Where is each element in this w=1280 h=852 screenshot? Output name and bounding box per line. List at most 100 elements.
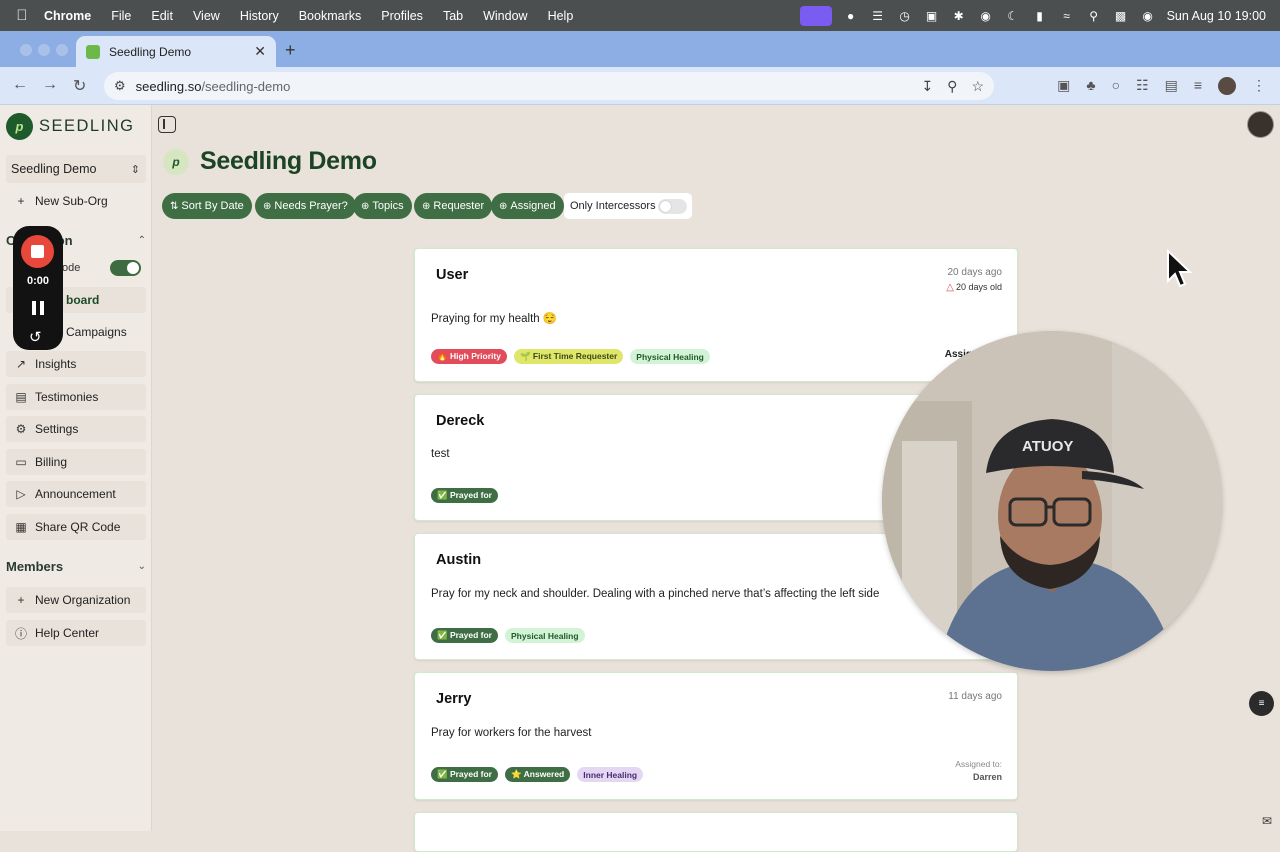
extension-icon-1[interactable]: ▣ [1057,77,1070,95]
restart-recording-icon[interactable]: ↺ [29,328,42,346]
sidebar-item-insights[interactable]: ↗ Insights [6,351,146,377]
svg-text:ATUOY: ATUOY [1022,438,1073,455]
topics-filter[interactable]: ⊕ Topics [353,193,412,219]
chevron-up-icon: ⌃ [137,235,146,246]
zoom-icon[interactable]: ⚲ [947,78,957,95]
forward-arrow-icon[interactable]: → [42,76,58,94]
stop-recording-button[interactable] [21,235,54,268]
status-app-icon-3[interactable]: ▣ [924,8,940,24]
address-bar[interactable]: ⚙ seedling.so/seedling-demo ↧ ⚲ ☆ [104,72,994,100]
sidebar-item-share-qr[interactable]: ▦ Share QR Code [6,514,146,540]
user-avatar[interactable] [1247,111,1274,138]
new-sub-org-label: New Sub-Org [35,194,108,208]
filter-label: Requester [433,200,485,212]
extensions-puzzle-icon[interactable]: ☷ [1136,77,1149,95]
new-tab-plus-icon[interactable]: + [285,40,296,61]
window-zoom-button[interactable] [56,44,68,56]
sidebar-item-testimonies[interactable]: ▤ Testimonies [6,384,146,410]
plus-circle-icon: ⊕ [422,200,431,212]
chat-icon[interactable]: ✉ [1262,814,1272,828]
prayer-request-card[interactable]: Jerry 11 days ago Pray for workers for t… [414,672,1018,800]
tag-high-priority[interactable]: 🔥 High Priority [431,349,507,364]
intercessors-switch[interactable] [658,199,687,214]
sidebar-item-label: Announcement [35,487,116,501]
assigned-filter[interactable]: ⊕ Assigned [491,193,564,219]
reading-list-icon[interactable]: ≡ [1194,77,1202,95]
webcam-overlay[interactable]: ATUOY [882,331,1222,671]
status-app-icon[interactable]: ● [843,8,859,24]
browser-tab-active[interactable]: Seedling Demo ✕ [76,36,276,67]
install-app-icon[interactable]: ↧ [921,78,933,95]
requester-filter[interactable]: ⊕ Requester [414,193,493,219]
mode-label-partial: ode [62,262,81,274]
focus-moon-icon[interactable]: ☾ [1005,8,1021,24]
menu-chrome[interactable]: Chrome [44,9,91,23]
menu-tab[interactable]: Tab [443,9,463,23]
time-machine-icon[interactable]: ◷ [897,8,913,24]
brand[interactable]: p SEEDLING [6,113,134,140]
plus-circle-icon: ⊕ [499,200,508,212]
window-minimize-button[interactable] [38,44,50,56]
wifi-icon[interactable]: ≈ [1059,8,1075,24]
window-close-button[interactable] [20,44,32,56]
menu-help[interactable]: Help [548,9,574,23]
menu-history[interactable]: History [240,9,279,23]
menu-view[interactable]: View [193,9,220,23]
chrome-menu-icon[interactable]: ⋮ [1252,77,1266,95]
new-sub-org-button[interactable]: + New Sub-Org [6,188,146,214]
tag-prayed-for[interactable]: ✅ Prayed for [431,628,498,643]
menu-window[interactable]: Window [483,9,527,23]
help-center-link[interactable]: ⓘ Help Center [6,620,146,646]
battery-icon[interactable]: ▮ [1032,8,1048,24]
tag-inner-healing[interactable]: Inner Healing [577,767,644,782]
menu-bookmarks[interactable]: Bookmarks [299,9,362,23]
control-center-icon[interactable]: ▩ [1113,8,1129,24]
bookmark-star-icon[interactable]: ☆ [971,78,984,95]
screen-record-status-icon[interactable] [799,5,832,26]
site-settings-icon[interactable]: ⚙ [114,78,126,94]
tag-prayed-for[interactable]: ✅ Prayed for [431,488,498,503]
status-app-icon-4[interactable]: ◉ [978,8,994,24]
reload-icon[interactable]: ↻ [73,76,86,96]
tag-answered[interactable]: ⭐ Answered [505,767,571,782]
url-path: /seedling-demo [201,78,291,94]
org-selector[interactable]: Seedling Demo ⇕ [6,155,146,183]
pause-recording-button[interactable] [32,301,44,315]
help-center-label: Help Center [35,626,100,640]
tag-first-time-requester[interactable]: 🌱 First Time Requester [513,349,624,364]
extension-camera-icon[interactable]: ○ [1112,77,1120,95]
menu-file[interactable]: File [111,9,131,23]
profile-avatar[interactable] [1218,77,1236,95]
tag-physical-healing[interactable]: Physical Healing [505,628,585,643]
menu-edit[interactable]: Edit [151,9,173,23]
menu-profiles[interactable]: Profiles [381,9,423,23]
side-panel-icon[interactable]: ▤ [1165,77,1178,95]
needs-prayer-filter[interactable]: ⊕ Needs Prayer? [255,193,356,219]
extension-icon-2[interactable]: ♣ [1086,77,1095,95]
menubar-clock[interactable]: Sun Aug 10 19:00 [1167,9,1266,23]
sidebar-item-billing[interactable]: ▭ Billing [6,449,146,475]
prayer-request-card[interactable]: User 20 days ago △ 20 days old Praying fo… [414,248,1018,382]
status-app-icon-2[interactable]: ☰ [870,8,886,24]
back-arrow-icon[interactable]: ← [12,76,28,94]
spotlight-search-icon[interactable]: ⚲ [1086,8,1102,24]
sidebar-item-settings[interactable]: ⚙ Settings [6,416,146,442]
tag-prayed-for[interactable]: ✅ Prayed for [431,767,498,782]
members-section-header[interactable]: Members ⌄ [6,559,146,574]
request-message: test [431,448,450,460]
tag-physical-healing[interactable]: Physical Healing [630,349,710,364]
sidebar-toggle-icon[interactable] [158,116,176,133]
new-organization-button[interactable]: + New Organization [6,587,146,613]
sort-by-date-button[interactable]: ⇅ Sort By Date [162,193,252,219]
floating-menu-icon[interactable]: ≡ [1249,691,1274,716]
mode-toggle[interactable] [110,260,141,276]
siri-icon[interactable]: ◉ [1140,8,1156,24]
prayer-request-card[interactable] [414,812,1018,852]
tab-close-icon[interactable]: ✕ [254,43,266,60]
bluetooth-icon[interactable]: ✱ [951,8,967,24]
only-intercessors-toggle[interactable]: Only Intercessors [564,193,692,219]
sidebar-item-announcement[interactable]: ▷ Announcement [6,481,146,507]
org-logo-icon: p [163,149,189,175]
book-icon: ▤ [15,390,27,404]
apple-menu-icon[interactable]:  [0,7,44,24]
